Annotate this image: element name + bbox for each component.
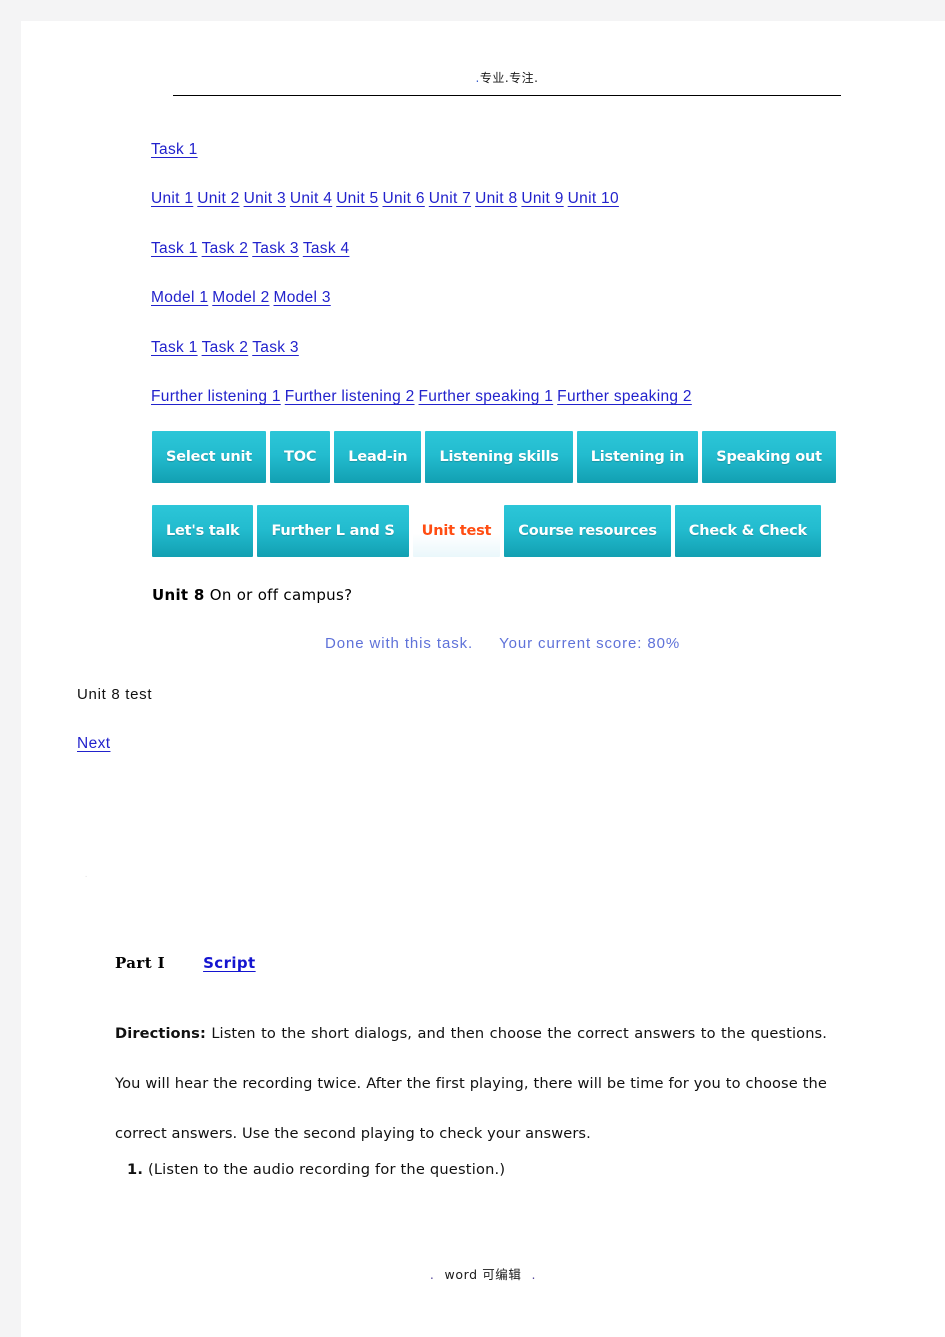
unit-title: Unit 8 On or off campus? <box>152 586 352 604</box>
question-item-1: 1. (Listen to the audio recording for th… <box>127 1161 505 1178</box>
document-page: .专业.专注. Task 1 Unit 1 Unit 2 Unit 3 Unit 4U… <box>21 21 945 1337</box>
footer-left-dot: . <box>429 1267 435 1282</box>
link-task-1[interactable]: Task 1 <box>151 141 198 158</box>
tab-toc[interactable]: TOC <box>270 431 331 483</box>
link-unit-4[interactable]: Unit 4 <box>290 190 332 207</box>
link-unit-5[interactable]: Unit 5 <box>336 190 378 207</box>
link-model-1[interactable]: Model 1 <box>151 289 208 306</box>
tab-lead-in[interactable]: Lead-in <box>334 431 422 483</box>
tab-unit-test[interactable]: Unit test <box>412 505 501 557</box>
header-title: .专业.专注. <box>476 69 539 87</box>
link-task-3[interactable]: Task 3 <box>252 339 299 356</box>
directions-body: Listen to the short dialogs, and then ch… <box>115 1025 827 1142</box>
unit-title-text: On or off campus? <box>204 586 353 604</box>
link-unit-3[interactable]: Unit 3 <box>244 190 286 207</box>
page-header: .专业.专注. <box>173 69 841 87</box>
tab-bar-row-2: Let's talk Further L and S Unit test Cou… <box>152 505 821 557</box>
directions-label: Directions: <box>115 1025 206 1042</box>
nav-row-units: Unit 1 Unit 2 Unit 3 Unit 4 Unit 5 Unit 6 Unit… <box>151 189 623 209</box>
question-text: (Listen to the audio recording for the q… <box>143 1161 506 1178</box>
tab-check-and-check[interactable]: Check & Check <box>674 505 821 557</box>
link-model-2[interactable]: Model 2 <box>212 289 269 306</box>
tab-lets-talk[interactable]: Let's talk <box>152 505 254 557</box>
link-unit-6[interactable]: Unit 6 <box>382 190 424 207</box>
nav-row-models: Model 1 Model 2 Model 3 <box>151 288 335 308</box>
footer-text: word 可编辑 <box>444 1267 522 1282</box>
link-task-2[interactable]: Task 2 <box>202 339 249 356</box>
header-title-text: 专业.专注. <box>479 71 539 85</box>
nav-row-task-top: Task 1 <box>151 140 202 160</box>
task-status-line: Done with this task. Your current score: … <box>325 635 680 652</box>
stray-dot: . <box>85 869 88 879</box>
tab-select-unit[interactable]: Select unit <box>152 431 267 483</box>
next-link[interactable]: Next <box>77 735 110 752</box>
tab-further-l-and-s[interactable]: Further L and S <box>257 505 409 557</box>
link-model-3[interactable]: Model 3 <box>274 289 331 306</box>
nav-row-tasks-four: Task 1 Task 2 Task 3 Task 4 <box>151 239 353 259</box>
link-task-1[interactable]: Task 1 <box>151 339 198 356</box>
task-done-text: Done with this task. <box>325 635 474 652</box>
link-unit-1[interactable]: Unit 1 <box>151 190 193 207</box>
tab-listening-skills[interactable]: Listening skills <box>425 431 573 483</box>
tab-listening-in[interactable]: Listening in <box>576 431 699 483</box>
link-unit-2[interactable]: Unit 2 <box>197 190 239 207</box>
page-footer: . word 可编辑. <box>21 1264 945 1283</box>
link-further-listening-2[interactable]: Further listening 2 <box>285 388 415 405</box>
footer-right-dot: . <box>531 1267 537 1282</box>
link-unit-8[interactable]: Unit 8 <box>475 190 517 207</box>
link-further-listening-1[interactable]: Further listening 1 <box>151 388 281 405</box>
link-task-1[interactable]: Task 1 <box>151 240 198 257</box>
link-unit-10[interactable]: Unit 10 <box>568 190 619 207</box>
part-heading: Part I Script <box>115 954 256 972</box>
nav-row-further: Further listening 1 Further listening 2 Fu… <box>151 387 696 407</box>
question-number: 1. <box>127 1161 144 1178</box>
tab-speaking-out[interactable]: Speaking out <box>702 431 836 483</box>
tab-bar-row-1: Select unit TOC Lead-in Listening skills… <box>152 431 836 483</box>
next-link-wrap: Next <box>77 735 110 753</box>
part-heading-text: Part I <box>115 954 166 972</box>
link-unit-7[interactable]: Unit 7 <box>429 190 471 207</box>
directions-paragraph: Directions: Listen to the short dialogs,… <box>115 1009 827 1159</box>
unit-test-label: Unit 8 test <box>77 686 153 703</box>
current-score-text: Your current score: 80% <box>499 635 681 652</box>
tab-course-resources[interactable]: Course resources <box>504 505 671 557</box>
link-task-2[interactable]: Task 2 <box>202 240 249 257</box>
link-task-3[interactable]: Task 3 <box>252 240 299 257</box>
link-task-4[interactable]: Task 4 <box>303 240 350 257</box>
unit-number: Unit 8 <box>152 586 205 604</box>
header-divider <box>173 95 841 96</box>
link-further-speaking-1[interactable]: Further speaking 1 <box>419 388 554 405</box>
link-unit-9[interactable]: Unit 9 <box>521 190 563 207</box>
script-link[interactable]: Script <box>203 954 256 972</box>
link-further-speaking-2[interactable]: Further speaking 2 <box>557 388 692 405</box>
nav-row-tasks-three: Task 1 Task 2 Task 3 <box>151 338 303 358</box>
